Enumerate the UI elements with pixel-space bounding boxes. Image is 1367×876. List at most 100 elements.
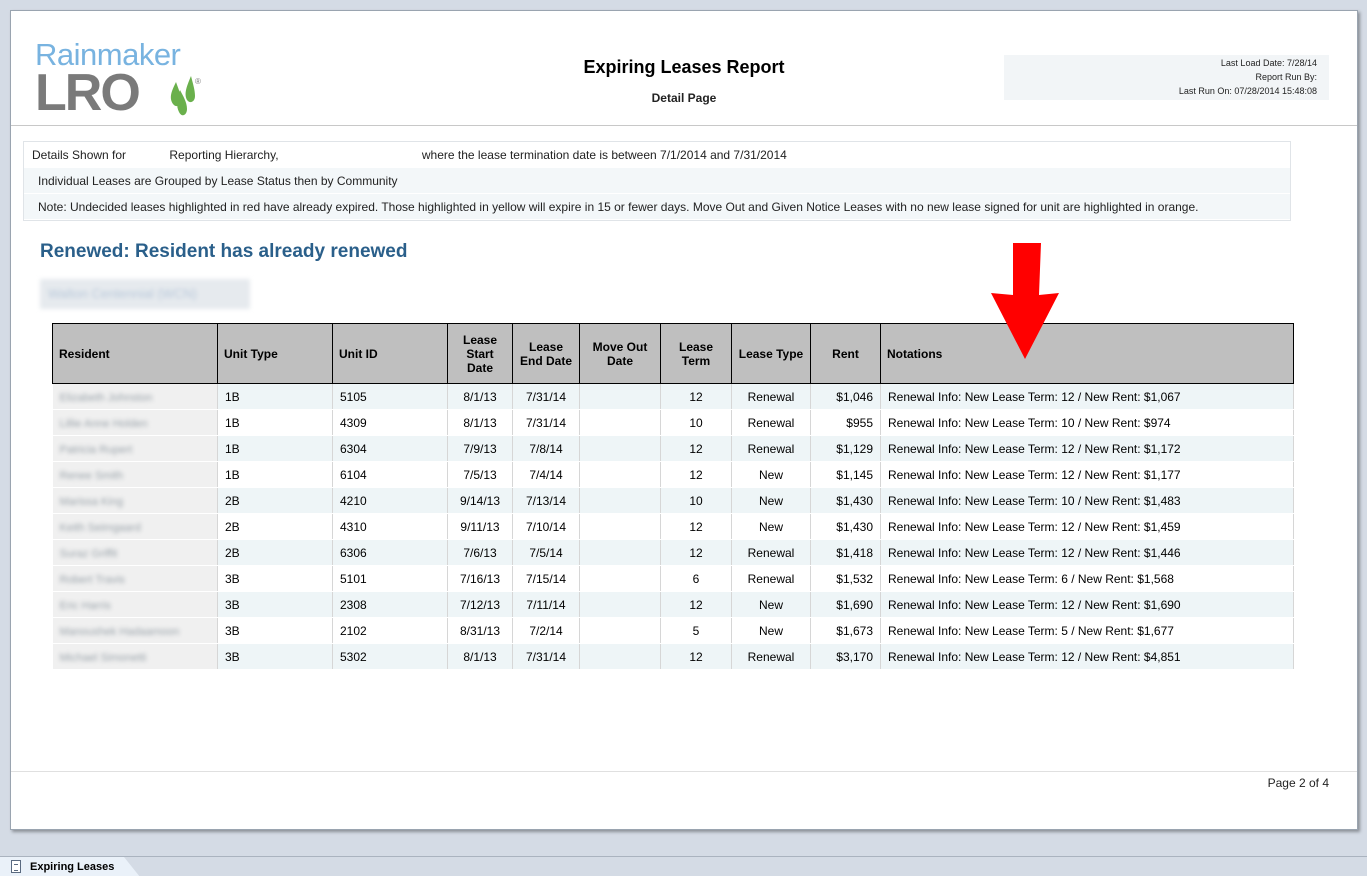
resident-name-redacted: Suraz Griffit <box>59 547 118 560</box>
cell-lease-start: 8/1/13 <box>447 383 513 410</box>
cell-notation: Renewal Info: New Lease Term: 12 / New R… <box>880 383 1294 410</box>
cell-resident: Manoushek Hadaamoon <box>52 617 218 644</box>
cell-move-out <box>579 461 661 488</box>
cell-unit-type: 3B <box>217 565 333 592</box>
criteria-hierarchy: Reporting Hierarchy, <box>169 148 279 162</box>
report-run-by: Report Run By: <box>1255 72 1317 82</box>
cell-lease-end: 7/31/14 <box>512 383 580 410</box>
resident-name-redacted: Keith Seimgaard <box>59 521 141 534</box>
cell-rent: $1,430 <box>810 487 881 514</box>
cell-notation: Renewal Info: New Lease Term: 12 / New R… <box>880 643 1294 670</box>
table-row: Manoushek Hadaamoon 3B 2102 8/31/13 7/2/14 5 N… <box>52 617 1294 644</box>
cell-lease-type: Renewal <box>731 539 811 566</box>
criteria-date-range: where the lease termination date is betw… <box>421 148 787 162</box>
table-row: Keith Seimgaard 2B 4310 9/11/13 7/10/14 12 New… <box>52 513 1294 540</box>
resident-name-redacted: Manoushek Hadaamoon <box>59 625 180 638</box>
footer-divider <box>11 771 1357 772</box>
cell-notation: Renewal Info: New Lease Term: 10 / New R… <box>880 487 1294 514</box>
cell-unit-id: 5105 <box>332 383 448 410</box>
cell-lease-end: 7/2/14 <box>512 617 580 644</box>
cell-unit-id: 6104 <box>332 461 448 488</box>
cell-lease-type: New <box>731 513 811 540</box>
cell-unit-id: 4310 <box>332 513 448 540</box>
cell-lease-term: 5 <box>660 617 732 644</box>
last-load-date: Last Load Date: 7/28/14 <box>1220 58 1317 68</box>
col-rent: Rent <box>810 323 881 384</box>
col-lease-type: Lease Type <box>731 323 811 384</box>
cell-move-out <box>579 435 661 462</box>
cell-rent: $1,690 <box>810 591 881 618</box>
section-title: Renewed: Resident has already renewed <box>40 241 408 262</box>
cell-rent: $1,532 <box>810 565 881 592</box>
cell-unit-type: 1B <box>217 435 333 462</box>
cell-resident: Robert Travis <box>52 565 218 592</box>
cell-unit-type: 3B <box>217 617 333 644</box>
cell-unit-type: 3B <box>217 591 333 618</box>
cell-lease-term: 12 <box>660 383 732 410</box>
cell-lease-end: 7/31/14 <box>512 409 580 436</box>
leases-table-body: Elizabeth Johnston 1B 5105 8/1/13 7/31/14 12 R… <box>52 383 1294 670</box>
cell-lease-start: 8/1/13 <box>447 409 513 436</box>
cell-lease-term: 6 <box>660 565 732 592</box>
report-meta: Last Load Date: 7/28/14 Report Run By: L… <box>1004 55 1329 100</box>
cell-lease-term: 10 <box>660 409 732 436</box>
cell-rent: $1,046 <box>810 383 881 410</box>
resident-name-redacted: Michael Simonetti <box>59 651 147 664</box>
cell-lease-type: New <box>731 461 811 488</box>
cell-resident: Patricia Rupert <box>52 435 218 462</box>
cell-lease-term: 10 <box>660 487 732 514</box>
tab-expiring-leases[interactable]: Expiring Leases <box>0 857 140 876</box>
col-move-out: Move Out Date <box>579 323 661 384</box>
table-row: Marissa King 2B 4210 9/14/13 7/13/14 10 New $1,… <box>52 487 1294 514</box>
report-criteria: Details Shown for Reporting Hierarchy, w… <box>23 141 1291 221</box>
cell-lease-term: 12 <box>660 591 732 618</box>
red-arrow-annotation <box>991 243 1059 359</box>
cell-unit-id: 4210 <box>332 487 448 514</box>
criteria-line-2: Individual Leases are Grouped by Lease S… <box>24 168 1290 194</box>
cell-move-out <box>579 539 661 566</box>
col-notations: Notations <box>880 323 1294 384</box>
cell-lease-term: 12 <box>660 643 732 670</box>
cell-lease-start: 9/11/13 <box>447 513 513 540</box>
cell-unit-type: 1B <box>217 409 333 436</box>
criteria-label: Details Shown for <box>32 148 127 162</box>
cell-lease-type: New <box>731 617 811 644</box>
cell-lease-start: 8/31/13 <box>447 617 513 644</box>
cell-unit-id: 5302 <box>332 643 448 670</box>
cell-unit-id: 2102 <box>332 617 448 644</box>
cell-lease-start: 7/5/13 <box>447 461 513 488</box>
cell-lease-start: 7/16/13 <box>447 565 513 592</box>
cell-lease-term: 12 <box>660 435 732 462</box>
cell-rent: $955 <box>810 409 881 436</box>
resident-name-redacted: Eric Harris <box>59 599 111 612</box>
cell-lease-end: 7/31/14 <box>512 643 580 670</box>
cell-lease-type: Renewal <box>731 435 811 462</box>
col-lease-end: Lease End Date <box>512 323 580 384</box>
cell-lease-term: 12 <box>660 513 732 540</box>
cell-rent: $1,673 <box>810 617 881 644</box>
cell-lease-type: New <box>731 591 811 618</box>
cell-lease-type: Renewal <box>731 383 811 410</box>
cell-lease-type: Renewal <box>731 565 811 592</box>
cell-move-out <box>579 487 661 514</box>
cell-unit-id: 6304 <box>332 435 448 462</box>
cell-unit-id: 5101 <box>332 565 448 592</box>
document-icon <box>11 860 21 873</box>
tab-label: Expiring Leases <box>30 861 115 873</box>
cell-unit-type: 2B <box>217 539 333 566</box>
cell-lease-start: 7/6/13 <box>447 539 513 566</box>
table-row: Renee Smith 1B 6104 7/5/13 7/4/14 12 New $1,145… <box>52 461 1294 488</box>
cell-rent: $1,129 <box>810 435 881 462</box>
cell-lease-end: 7/13/14 <box>512 487 580 514</box>
cell-lease-start: 9/14/13 <box>447 487 513 514</box>
cell-move-out <box>579 565 661 592</box>
cell-lease-end: 7/15/14 <box>512 565 580 592</box>
registered-mark: ® <box>195 77 201 86</box>
cell-resident: Michael Simonetti <box>52 643 218 670</box>
col-unit-id: Unit ID <box>332 323 448 384</box>
cell-notation: Renewal Info: New Lease Term: 6 / New Re… <box>880 565 1294 592</box>
cell-resident: Keith Seimgaard <box>52 513 218 540</box>
col-lease-start: Lease Start Date <box>447 323 513 384</box>
page-number: Page 2 of 4 <box>1267 776 1329 790</box>
table-row: Suraz Griffit 2B 6306 7/6/13 7/5/14 12 Renewal… <box>52 539 1294 566</box>
